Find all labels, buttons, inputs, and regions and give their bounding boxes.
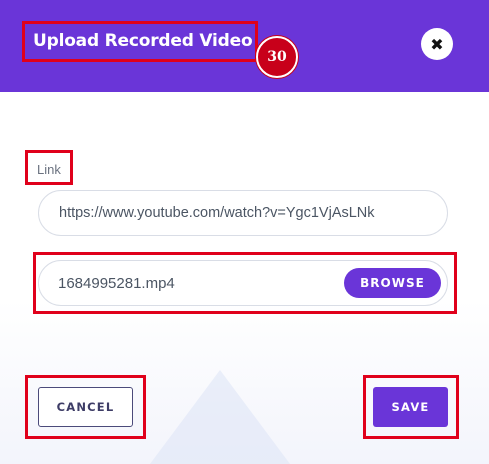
cancel-button[interactable]: CANCEL: [38, 387, 133, 427]
close-button[interactable]: ✖: [421, 28, 453, 60]
close-icon: ✖: [430, 34, 444, 54]
background-shape: [150, 370, 290, 464]
file-name: 1684995281.mp4: [58, 275, 175, 292]
save-button[interactable]: SAVE: [373, 387, 448, 427]
upload-video-dialog: Upload Recorded Video 30 ✖ Link 16849952…: [0, 0, 489, 464]
dialog-title: Upload Recorded Video: [33, 31, 253, 51]
link-input[interactable]: [38, 190, 448, 236]
browse-button[interactable]: BROWSE: [344, 268, 441, 298]
step-badge: 30: [256, 36, 298, 78]
link-label: Link: [37, 162, 61, 177]
